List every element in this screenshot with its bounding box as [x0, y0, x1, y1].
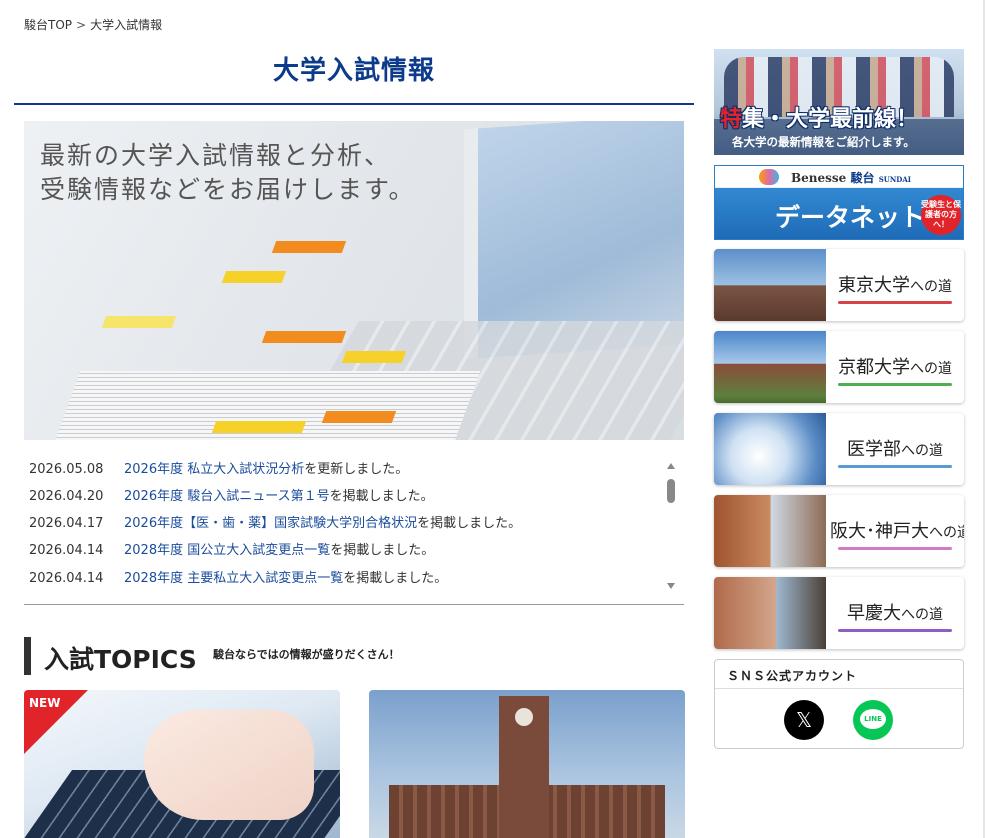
road-name: 医学部: [847, 439, 901, 460]
news-suffix: を掲載しました。: [330, 543, 435, 558]
news-item: 2026.04.20 2026年度 駿台入試ニュース第１号を掲載しました。: [29, 487, 434, 507]
special-feature-banner[interactable]: 特集・大学最前線！ 各大学の最新情報をご紹介します。: [714, 49, 964, 155]
road-underline: [838, 547, 952, 550]
topic-card[interactable]: NEW: [24, 690, 340, 838]
news-item: 2026.04.14 2028年度 主要私立大入試変更点一覧を掲載しました。: [29, 569, 447, 589]
news-date: 2026.04.14: [29, 571, 104, 586]
road-label: 阪大･神戸大への道: [830, 517, 964, 543]
news-item: 2026.05.08 2026年度 私立大入試状況分析を更新しました。: [29, 460, 408, 480]
news-suffix: を掲載しました。: [417, 516, 522, 531]
news-suffix: を掲載しました。: [329, 489, 434, 504]
road-underline: [838, 301, 952, 304]
road-underline: [838, 629, 952, 632]
news-link[interactable]: 2028年度 主要私立大入試変更点一覧: [124, 571, 343, 586]
road-card-kyoto[interactable]: 京都大学への道: [714, 331, 964, 403]
road-suffix: への道: [901, 443, 943, 459]
scroll-up-arrow-icon[interactable]: [667, 463, 675, 469]
breadcrumb: 駿台TOP > 大学入試情報: [24, 16, 166, 33]
road-card-sokei[interactable]: 早慶大への道: [714, 577, 964, 649]
hero-tagline: 最新の大学入試情報と分析、 受験情報などをお届けします。: [40, 139, 416, 207]
topics-title: 入試TOPICS: [44, 645, 197, 674]
road-suffix: への道: [910, 279, 952, 295]
road-label: 東京大学への道: [830, 271, 960, 297]
hero-tab: [211, 421, 307, 433]
road-name: 阪大･神戸大: [830, 521, 929, 542]
datanet-banner[interactable]: Benesse 駿台 SUNDAI データネット 受験生と保護者の方へ！: [714, 165, 964, 240]
news-scrollbar[interactable]: [667, 463, 675, 589]
datanet-logo-icon: [759, 169, 779, 185]
news-item: 2026.04.14 2028年度 国公立大入試変更点一覧を掲載しました。: [29, 541, 434, 561]
datanet-brand: Benesse 駿台 SUNDAI: [791, 169, 911, 186]
line-logo-label: LINE: [860, 709, 886, 729]
road-name: 早慶大: [847, 603, 901, 624]
news-link[interactable]: 2026年度 私立大入試状況分析: [124, 462, 304, 477]
road-card-tokyo[interactable]: 東京大学への道: [714, 249, 964, 321]
news-date: 2026.04.20: [29, 489, 104, 504]
sns-title: ＳＮＳ公式アカウント: [727, 669, 858, 683]
road-card-osaka-kobe[interactable]: 阪大･神戸大への道: [714, 495, 964, 567]
hero-tagline-line1: 最新の大学入試情報と分析、: [40, 141, 392, 170]
special-feature-subcaption: 各大学の最新情報をご紹介します。: [732, 135, 915, 149]
special-caption-rest: 集・大学最前線！: [742, 107, 919, 132]
news-link[interactable]: 2028年度 国公立大入試変更点一覧: [124, 543, 330, 558]
page-title: 大学入試情報: [272, 56, 435, 86]
news-suffix: を掲載しました。: [343, 571, 448, 586]
special-red-char: 特: [720, 107, 743, 132]
datanet-badge: 受験生と保護者の方へ！: [921, 195, 961, 235]
osaka-kobe-photo: [714, 495, 826, 567]
breadcrumb-home-link[interactable]: 駿台TOP: [24, 18, 72, 32]
road-label: 早慶大への道: [830, 599, 960, 625]
hero-tab: [101, 316, 177, 328]
news-suffix: を更新しました。: [304, 462, 409, 477]
hero-tab: [271, 241, 347, 253]
road-label: 京都大学への道: [830, 353, 960, 379]
road-name: 京都大学: [838, 357, 910, 378]
x-icon[interactable]: 𝕏: [784, 700, 824, 740]
news-date: 2026.04.17: [29, 516, 104, 531]
road-suffix: への道: [929, 525, 964, 541]
hero-tab: [341, 351, 407, 363]
news-link[interactable]: 2026年度 駿台入試ニュース第１号: [124, 489, 330, 504]
sns-box: ＳＮＳ公式アカウント 𝕏 LINE: [714, 659, 964, 749]
clock-icon: [515, 708, 533, 726]
line-icon[interactable]: LINE: [853, 700, 893, 740]
stethoscope-photo: [714, 413, 826, 485]
title-underline: [14, 103, 694, 105]
road-card-medical[interactable]: 医学部への道: [714, 413, 964, 485]
road-suffix: への道: [901, 607, 943, 623]
special-feature-caption: 特集・大学最前線！: [720, 101, 918, 133]
hero-tab: [261, 331, 347, 343]
topics-subtitle: 駿台ならではの情報が盛りだくさん！: [213, 648, 400, 661]
road-suffix: への道: [910, 361, 952, 377]
topics-heading-bar: [24, 637, 31, 675]
news-date: 2026.05.08: [29, 462, 104, 477]
scroll-down-arrow-icon[interactable]: [667, 583, 675, 589]
typing-hands-image: [144, 710, 314, 820]
hero-tab: [321, 411, 397, 423]
sokei-photo: [714, 577, 826, 649]
kyoto-univ-photo: [714, 331, 826, 403]
tokyo-univ-photo: [714, 249, 826, 321]
new-badge-label: NEW: [29, 696, 61, 710]
road-name: 東京大学: [838, 275, 910, 296]
topic-card[interactable]: [369, 690, 685, 838]
news-item: 2026.04.17 2026年度【医・歯・薬】国家試験大学別合格状況を掲載しまし…: [29, 514, 521, 534]
datanet-title: データネット: [775, 203, 926, 232]
hero-banner: 最新の大学入試情報と分析、 受験情報などをお届けします。: [24, 121, 684, 440]
brand-sundai-kanji: 駿台: [850, 171, 875, 185]
hero-tagline-line2: 受験情報などをお届けします。: [40, 175, 416, 204]
road-label: 医学部への道: [830, 435, 960, 461]
road-underline: [838, 383, 952, 386]
hero-tab: [221, 271, 287, 283]
news-link[interactable]: 2026年度【医・歯・薬】国家試験大学別合格状況: [124, 516, 417, 531]
sns-divider: [715, 688, 963, 689]
breadcrumb-separator: >: [76, 18, 87, 32]
breadcrumb-current: 大学入試情報: [90, 18, 163, 32]
brand-benesse: Benesse: [791, 171, 847, 185]
news-list: 2026.05.08 2026年度 私立大入試状況分析を更新しました。 2026.…: [24, 455, 684, 605]
news-date: 2026.04.14: [29, 543, 104, 558]
scroll-thumb[interactable]: [667, 479, 675, 503]
brand-sundai: SUNDAI: [878, 175, 912, 184]
road-underline: [838, 465, 952, 468]
